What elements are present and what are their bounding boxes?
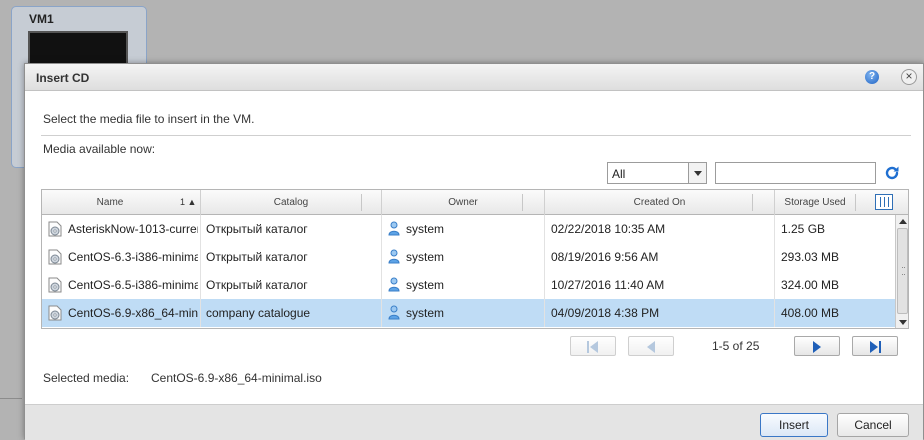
disc-image-icon (48, 249, 62, 265)
user-icon (388, 305, 400, 320)
first-page-button[interactable] (570, 336, 616, 356)
media-created-on: 04/09/2018 4:38 PM (551, 306, 660, 320)
vertical-scrollbar[interactable] (895, 215, 908, 328)
media-storage-used: 293.03 MB (781, 250, 840, 264)
cell-divider (200, 271, 201, 299)
owner-icon-wrap (382, 299, 402, 327)
refresh-icon[interactable] (883, 164, 901, 182)
media-catalog: Открытый каталог (206, 278, 308, 292)
dialog-header: Insert CD ? × (25, 64, 923, 91)
scrollbar-thumb[interactable] (897, 228, 908, 314)
disc-image-icon (48, 221, 62, 237)
media-owner: system (406, 278, 445, 292)
column-divider (855, 194, 856, 211)
owner-icon-wrap (382, 215, 402, 243)
media-name: CentOS-6.9-x86_64-minimal (68, 306, 198, 320)
last-page-icon (870, 341, 881, 353)
cell-divider (544, 299, 545, 327)
selected-media-value: CentOS-6.9-x86_64-minimal.iso (151, 371, 322, 385)
media-name: CentOS-6.3-i386-minimal (68, 250, 198, 264)
cell-divider (544, 215, 545, 243)
media-catalog: Открытый каталог (206, 250, 308, 264)
owner-icon-wrap (382, 271, 402, 299)
next-page-button[interactable] (794, 336, 840, 356)
column-divider (522, 194, 523, 211)
media-table: Name 1 ▲ Catalog Owner Created On Storag… (41, 189, 909, 329)
media-storage-used: 1.25 GB (781, 222, 826, 236)
user-icon (388, 249, 400, 264)
sort-order: 1 (180, 197, 186, 207)
divider (41, 135, 911, 136)
table-row[interactable]: CentOS-6.3-i386-minimal Открытый каталог s… (42, 243, 895, 271)
table-row[interactable]: CentOS-6.5-i386-minimal Открытый каталог s… (42, 271, 895, 299)
cell-divider (200, 299, 201, 327)
column-divider (752, 194, 753, 211)
column-chooser-icon[interactable] (875, 194, 893, 210)
cancel-button[interactable]: Cancel (837, 413, 909, 437)
user-icon (388, 277, 400, 292)
insert-button[interactable]: Insert (760, 413, 828, 437)
disc-image-icon (48, 277, 62, 293)
filter-dropdown[interactable]: All (607, 162, 707, 184)
selected-media-label: Selected media: (43, 371, 130, 385)
cell-divider (774, 271, 775, 299)
media-owner: system (406, 250, 445, 264)
media-catalog: company catalogue (206, 306, 311, 320)
media-storage-used: 324.00 MB (781, 278, 840, 292)
table-row[interactable]: AsteriskNow-1013-current Открытый каталог… (42, 215, 895, 243)
media-created-on: 08/19/2016 9:56 AM (551, 250, 659, 264)
disc-image-icon (48, 305, 62, 321)
filter-selected-value: All (612, 167, 626, 181)
column-header-catalog[interactable]: Catalog (201, 190, 381, 215)
background-divider (0, 398, 22, 399)
previous-page-button[interactable] (628, 336, 674, 356)
table-header: Name 1 ▲ Catalog Owner Created On Storag… (42, 190, 908, 215)
user-icon (388, 221, 400, 236)
media-owner: system (406, 306, 445, 320)
media-name: CentOS-6.5-i386-minimal (68, 278, 198, 292)
scroll-down-icon[interactable] (896, 317, 908, 328)
instruction-text: Select the media file to insert in the V… (43, 112, 255, 126)
column-header-created-on[interactable]: Created On (545, 190, 774, 215)
table-row[interactable]: CentOS-6.9-x86_64-minimal company catalog… (42, 299, 895, 327)
chevron-down-icon[interactable] (688, 163, 706, 183)
media-catalog: Открытый каталог (206, 222, 308, 236)
cell-divider (544, 271, 545, 299)
owner-icon-wrap (382, 243, 402, 271)
dialog-title: Insert CD (36, 71, 90, 85)
previous-page-icon (647, 341, 655, 353)
last-page-button[interactable] (852, 336, 898, 356)
sort-direction-icon: ▲ (187, 197, 197, 207)
column-divider (361, 194, 362, 211)
media-created-on: 02/22/2018 10:35 AM (551, 222, 666, 236)
cell-divider (200, 243, 201, 271)
cell-divider (774, 243, 775, 271)
column-header-owner[interactable]: Owner (382, 190, 544, 215)
cell-divider (774, 215, 775, 243)
help-icon[interactable]: ? (865, 70, 879, 84)
media-storage-used: 408.00 MB (781, 306, 840, 320)
column-header-storage-used[interactable]: Storage Used (775, 190, 855, 215)
page-status: 1-5 of 25 (712, 339, 760, 353)
scroll-up-icon[interactable] (896, 215, 908, 227)
column-header-name[interactable]: Name (42, 190, 178, 215)
cell-divider (774, 299, 775, 327)
first-page-icon (587, 341, 598, 353)
cell-divider (200, 215, 201, 243)
insert-cd-dialog: Insert CD ? × Select the media file to i… (24, 63, 924, 440)
media-available-label: Media available now: (43, 142, 156, 156)
media-created-on: 10/27/2016 11:40 AM (551, 278, 665, 292)
sort-indicator[interactable]: 1 ▲ (180, 190, 196, 215)
media-name: AsteriskNow-1013-current (68, 222, 198, 236)
cell-divider (544, 243, 545, 271)
vm-title: VM1 (29, 12, 54, 26)
search-input[interactable] (715, 162, 876, 184)
media-owner: system (406, 222, 445, 236)
close-button[interactable]: × (901, 69, 917, 85)
next-page-icon (813, 341, 821, 353)
dialog-footer: Insert Cancel (25, 404, 923, 440)
